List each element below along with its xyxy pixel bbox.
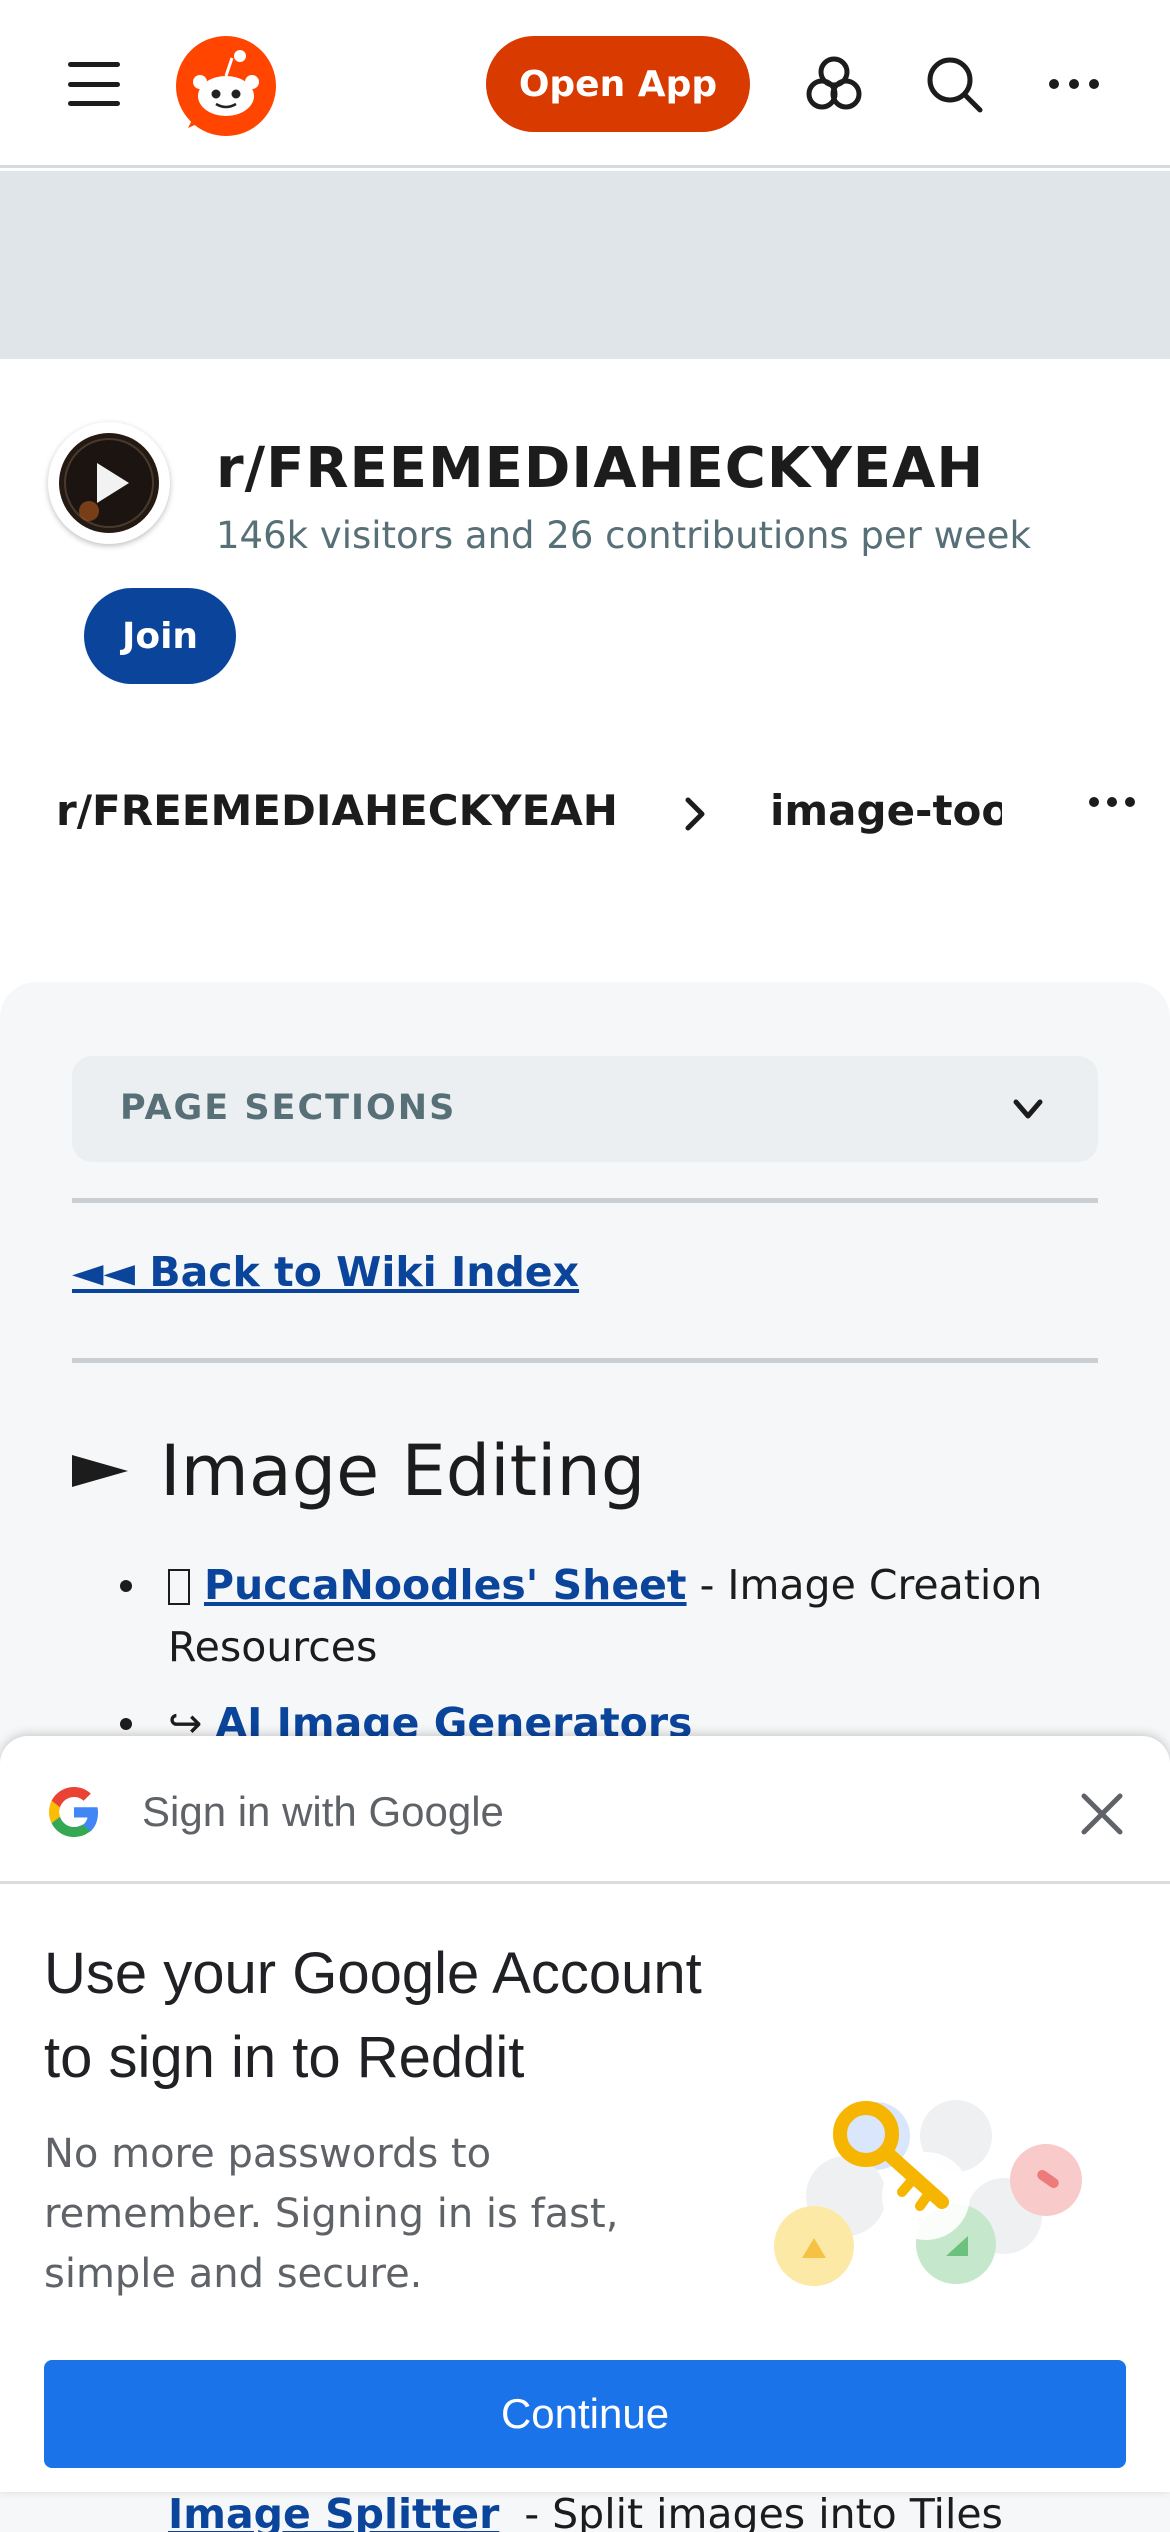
close-icon[interactable] xyxy=(1070,1782,1134,1846)
page-sections-dropdown[interactable]: PAGE SECTIONS xyxy=(72,1056,1098,1162)
resource-list: PuccaNoodles' Sheet - Image Creation Res… xyxy=(120,1554,1100,1754)
google-signin-headline: Use your Google Account to sign in to Re… xyxy=(44,1941,702,2090)
page-sections-label: PAGE SECTIONS xyxy=(120,1088,457,1128)
google-signin-sheet: Sign in with Google Use your Google Acco… xyxy=(0,1736,1170,2492)
list-item: PuccaNoodles' Sheet - Image Creation Res… xyxy=(120,1554,1100,1678)
hamburger-menu-icon[interactable] xyxy=(68,62,120,106)
breadcrumb-page[interactable]: image-tools xyxy=(770,786,1002,835)
more-dots-icon[interactable] xyxy=(1040,50,1108,118)
play-icon xyxy=(64,438,154,528)
section-heading-text: Image Editing xyxy=(160,1430,646,1512)
top-app-bar: Open App xyxy=(0,0,1170,168)
join-button[interactable]: Join xyxy=(84,588,236,684)
divider xyxy=(72,1358,1098,1363)
key-illustration-icon xyxy=(774,2100,1082,2286)
triangle-right-icon xyxy=(72,1455,128,1487)
community-name: r/FREEMEDIAHECKYEAH xyxy=(216,436,985,501)
community-stats: 146k visitors and 26 contributions per w… xyxy=(216,514,1031,557)
back-to-wiki-index-link[interactable]: ◄◄ Back to Wiki Index xyxy=(72,1248,579,1296)
section-heading: Image Editing xyxy=(72,1430,645,1512)
reddit-logo-icon[interactable] xyxy=(176,36,276,136)
google-signin-body: No more passwords to remember. Signing i… xyxy=(44,2131,619,2297)
more-dots-icon[interactable] xyxy=(1080,776,1144,828)
list-item: Image Splitter - Split images into Tiles xyxy=(168,2490,1003,2532)
resource-link[interactable]: Image Splitter xyxy=(168,2490,499,2532)
google-logo-icon xyxy=(49,1787,98,1837)
resource-link[interactable]: PuccaNoodles' Sheet xyxy=(204,1561,687,1609)
community-banner xyxy=(0,171,1170,359)
resource-description: - Split images into Tiles xyxy=(511,2490,1003,2532)
chevron-down-icon xyxy=(1013,1099,1043,1119)
breadcrumb-subreddit[interactable]: r/FREEMEDIAHECKYEAH xyxy=(56,786,618,835)
google-signin-header: Sign in with Google xyxy=(0,1736,1170,1884)
google-signin-title: Sign in with Google xyxy=(142,1788,504,1835)
open-app-button[interactable]: Open App xyxy=(486,36,750,132)
divider xyxy=(72,1198,1098,1203)
popular-icon[interactable] xyxy=(800,50,868,118)
unknown-glyph-icon xyxy=(168,1569,190,1605)
continue-button[interactable]: Continue xyxy=(44,2360,1126,2468)
community-avatar[interactable] xyxy=(48,422,170,544)
chevron-right-icon xyxy=(685,797,705,831)
search-icon[interactable] xyxy=(920,50,988,118)
